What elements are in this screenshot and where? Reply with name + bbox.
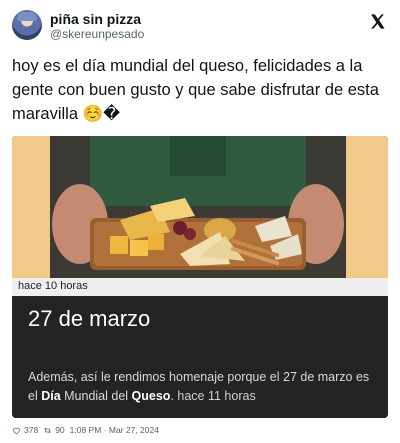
handle[interactable]: @skereunpesado bbox=[50, 27, 144, 41]
card-body-after: . bbox=[170, 389, 174, 403]
card-bold-dia: Día bbox=[41, 389, 61, 403]
time-strip-label: hace 10 horas bbox=[18, 280, 88, 292]
author-names[interactable]: piña sin pizza @skereunpesado bbox=[50, 11, 144, 41]
tweet-timestamp[interactable]: 1:08 PM · Mar 27, 2024 bbox=[70, 425, 159, 435]
x-logo-icon[interactable] bbox=[369, 13, 386, 30]
tweet-stats: 378 90 1:08 PM · Mar 27, 2024 bbox=[12, 424, 159, 436]
photo-area[interactable] bbox=[12, 136, 388, 278]
tweet-text: hoy es el día mundial del queso, felicid… bbox=[12, 57, 379, 123]
card-body-mid: Mundial del bbox=[60, 389, 132, 403]
display-name[interactable]: piña sin pizza bbox=[50, 11, 144, 27]
cheese-board-photo bbox=[50, 136, 346, 278]
heart-icon bbox=[13, 427, 20, 434]
retweet-icon bbox=[44, 427, 51, 433]
card-ago: hace 11 horas bbox=[177, 389, 256, 403]
card-body: Además, así le rendimos homenaje porque … bbox=[28, 368, 378, 406]
date-heading: 27 de marzo bbox=[28, 306, 151, 331]
tweet-header: piña sin pizza @skereunpesado bbox=[12, 10, 388, 44]
retweets-count: 90 bbox=[55, 425, 65, 435]
avatar[interactable] bbox=[12, 10, 42, 40]
card-bold-queso: Queso bbox=[131, 389, 171, 403]
media-card[interactable]: hace 10 horas 27 de marzo Además, así le… bbox=[12, 136, 388, 418]
card-caption: 27 de marzo Además, así le rendimos home… bbox=[12, 296, 388, 418]
time-strip: hace 10 horas bbox=[12, 278, 388, 296]
likes-stat[interactable]: 378 bbox=[12, 425, 38, 435]
retweets-stat[interactable]: 90 bbox=[43, 425, 65, 435]
likes-count: 378 bbox=[24, 425, 39, 435]
